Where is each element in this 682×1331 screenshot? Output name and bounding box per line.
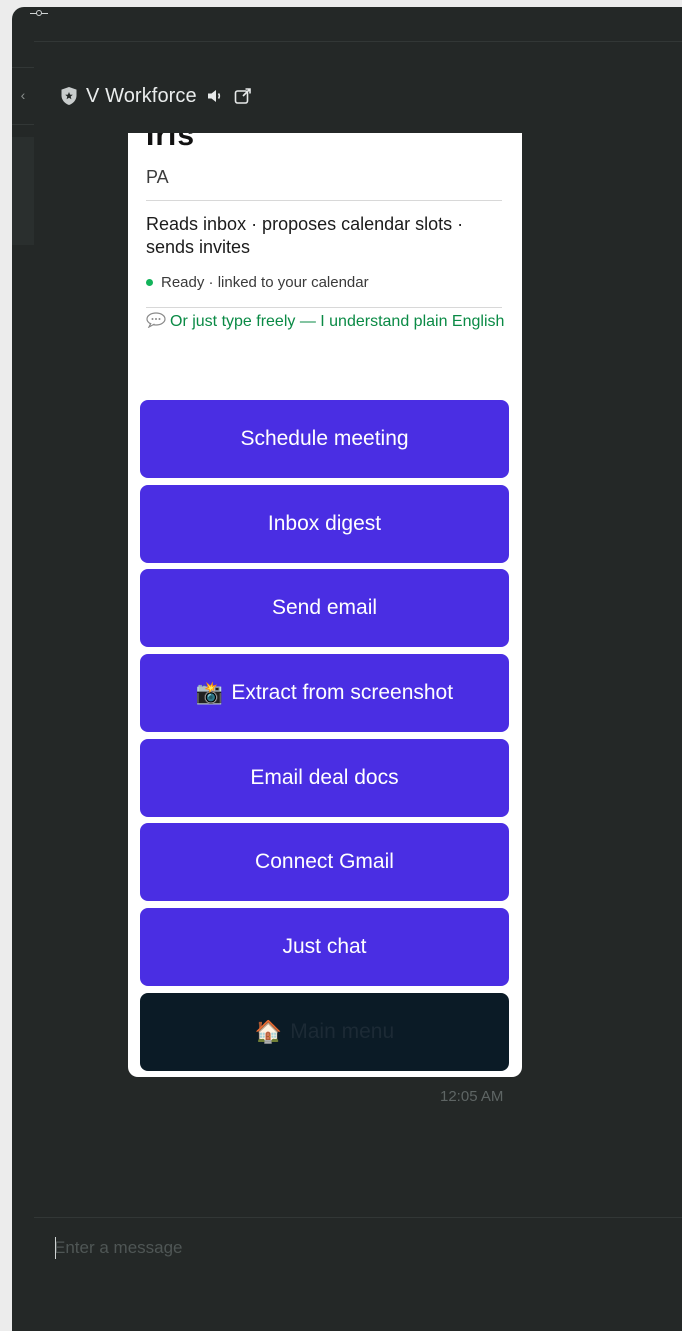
card-title: Iris [146, 133, 196, 152]
speech-bubble-icon [146, 312, 166, 328]
button-label: Just chat [282, 935, 367, 958]
extract-from-screenshot-button[interactable]: 📸 Extract from screenshot [140, 654, 509, 732]
house-icon: 🏠 [254, 1019, 283, 1045]
status-line: Ready · linked to your calendar [146, 274, 369, 291]
sidebar-divider [12, 124, 34, 125]
inbox-digest-button[interactable]: Inbox digest [140, 485, 509, 563]
chat-window: ‹ V Workforce Iris PA Reads inbox · prop… [12, 7, 682, 1331]
text-caret [55, 1237, 56, 1259]
card-divider [146, 307, 502, 308]
just-chat-button[interactable]: Just chat [140, 908, 509, 986]
message-timestamp: 12:05 AM [440, 1088, 504, 1105]
collapse-sidebar-button[interactable]: ‹ [16, 85, 30, 105]
composer-divider [34, 1217, 682, 1218]
card-subtitle: PA [146, 167, 169, 187]
chat-header: V Workforce [60, 81, 253, 111]
chevron-left-icon[interactable]: ‹ [21, 87, 26, 103]
schedule-meeting-button[interactable]: Schedule meeting [140, 400, 509, 478]
button-label: Schedule meeting [240, 427, 409, 450]
status-text: Ready · linked to your calendar [161, 274, 369, 291]
button-label: Send email [271, 596, 378, 619]
card-description: Reads inbox · proposes calendar slots · … [146, 214, 464, 257]
card-divider [146, 200, 502, 201]
camera-flash-icon: 📸 [195, 680, 224, 706]
hint-line: Or just type freely — I understand plain… [146, 311, 506, 333]
bot-name: V Workforce [86, 84, 197, 107]
sidebar-divider [12, 67, 34, 68]
window-grip-icon[interactable] [30, 9, 48, 17]
connect-gmail-button[interactable]: Connect Gmail [140, 823, 509, 901]
button-label: Email deal docs [250, 766, 399, 789]
button-label: Extract from screenshot [231, 681, 454, 704]
email-deal-docs-button[interactable]: Email deal docs [140, 739, 509, 817]
status-dot-icon [146, 279, 153, 286]
shield-icon [61, 87, 77, 105]
speaker-icon[interactable] [205, 86, 225, 106]
title-divider [34, 41, 682, 42]
bot-card: Iris PA Reads inbox · proposes calendar … [128, 133, 522, 1077]
sidebar-strip[interactable] [12, 137, 34, 245]
send-email-button[interactable]: Send email [140, 569, 509, 647]
button-label: Connect Gmail [255, 850, 394, 873]
hint-text: Or just type freely — I understand plain… [170, 313, 505, 330]
button-label: Inbox digest [267, 512, 382, 535]
button-label: Main menu [290, 1020, 395, 1043]
main-menu-button[interactable]: 🏠 Main menu [140, 993, 509, 1071]
message-input[interactable] [54, 1235, 654, 1261]
external-link-icon[interactable] [233, 86, 253, 106]
